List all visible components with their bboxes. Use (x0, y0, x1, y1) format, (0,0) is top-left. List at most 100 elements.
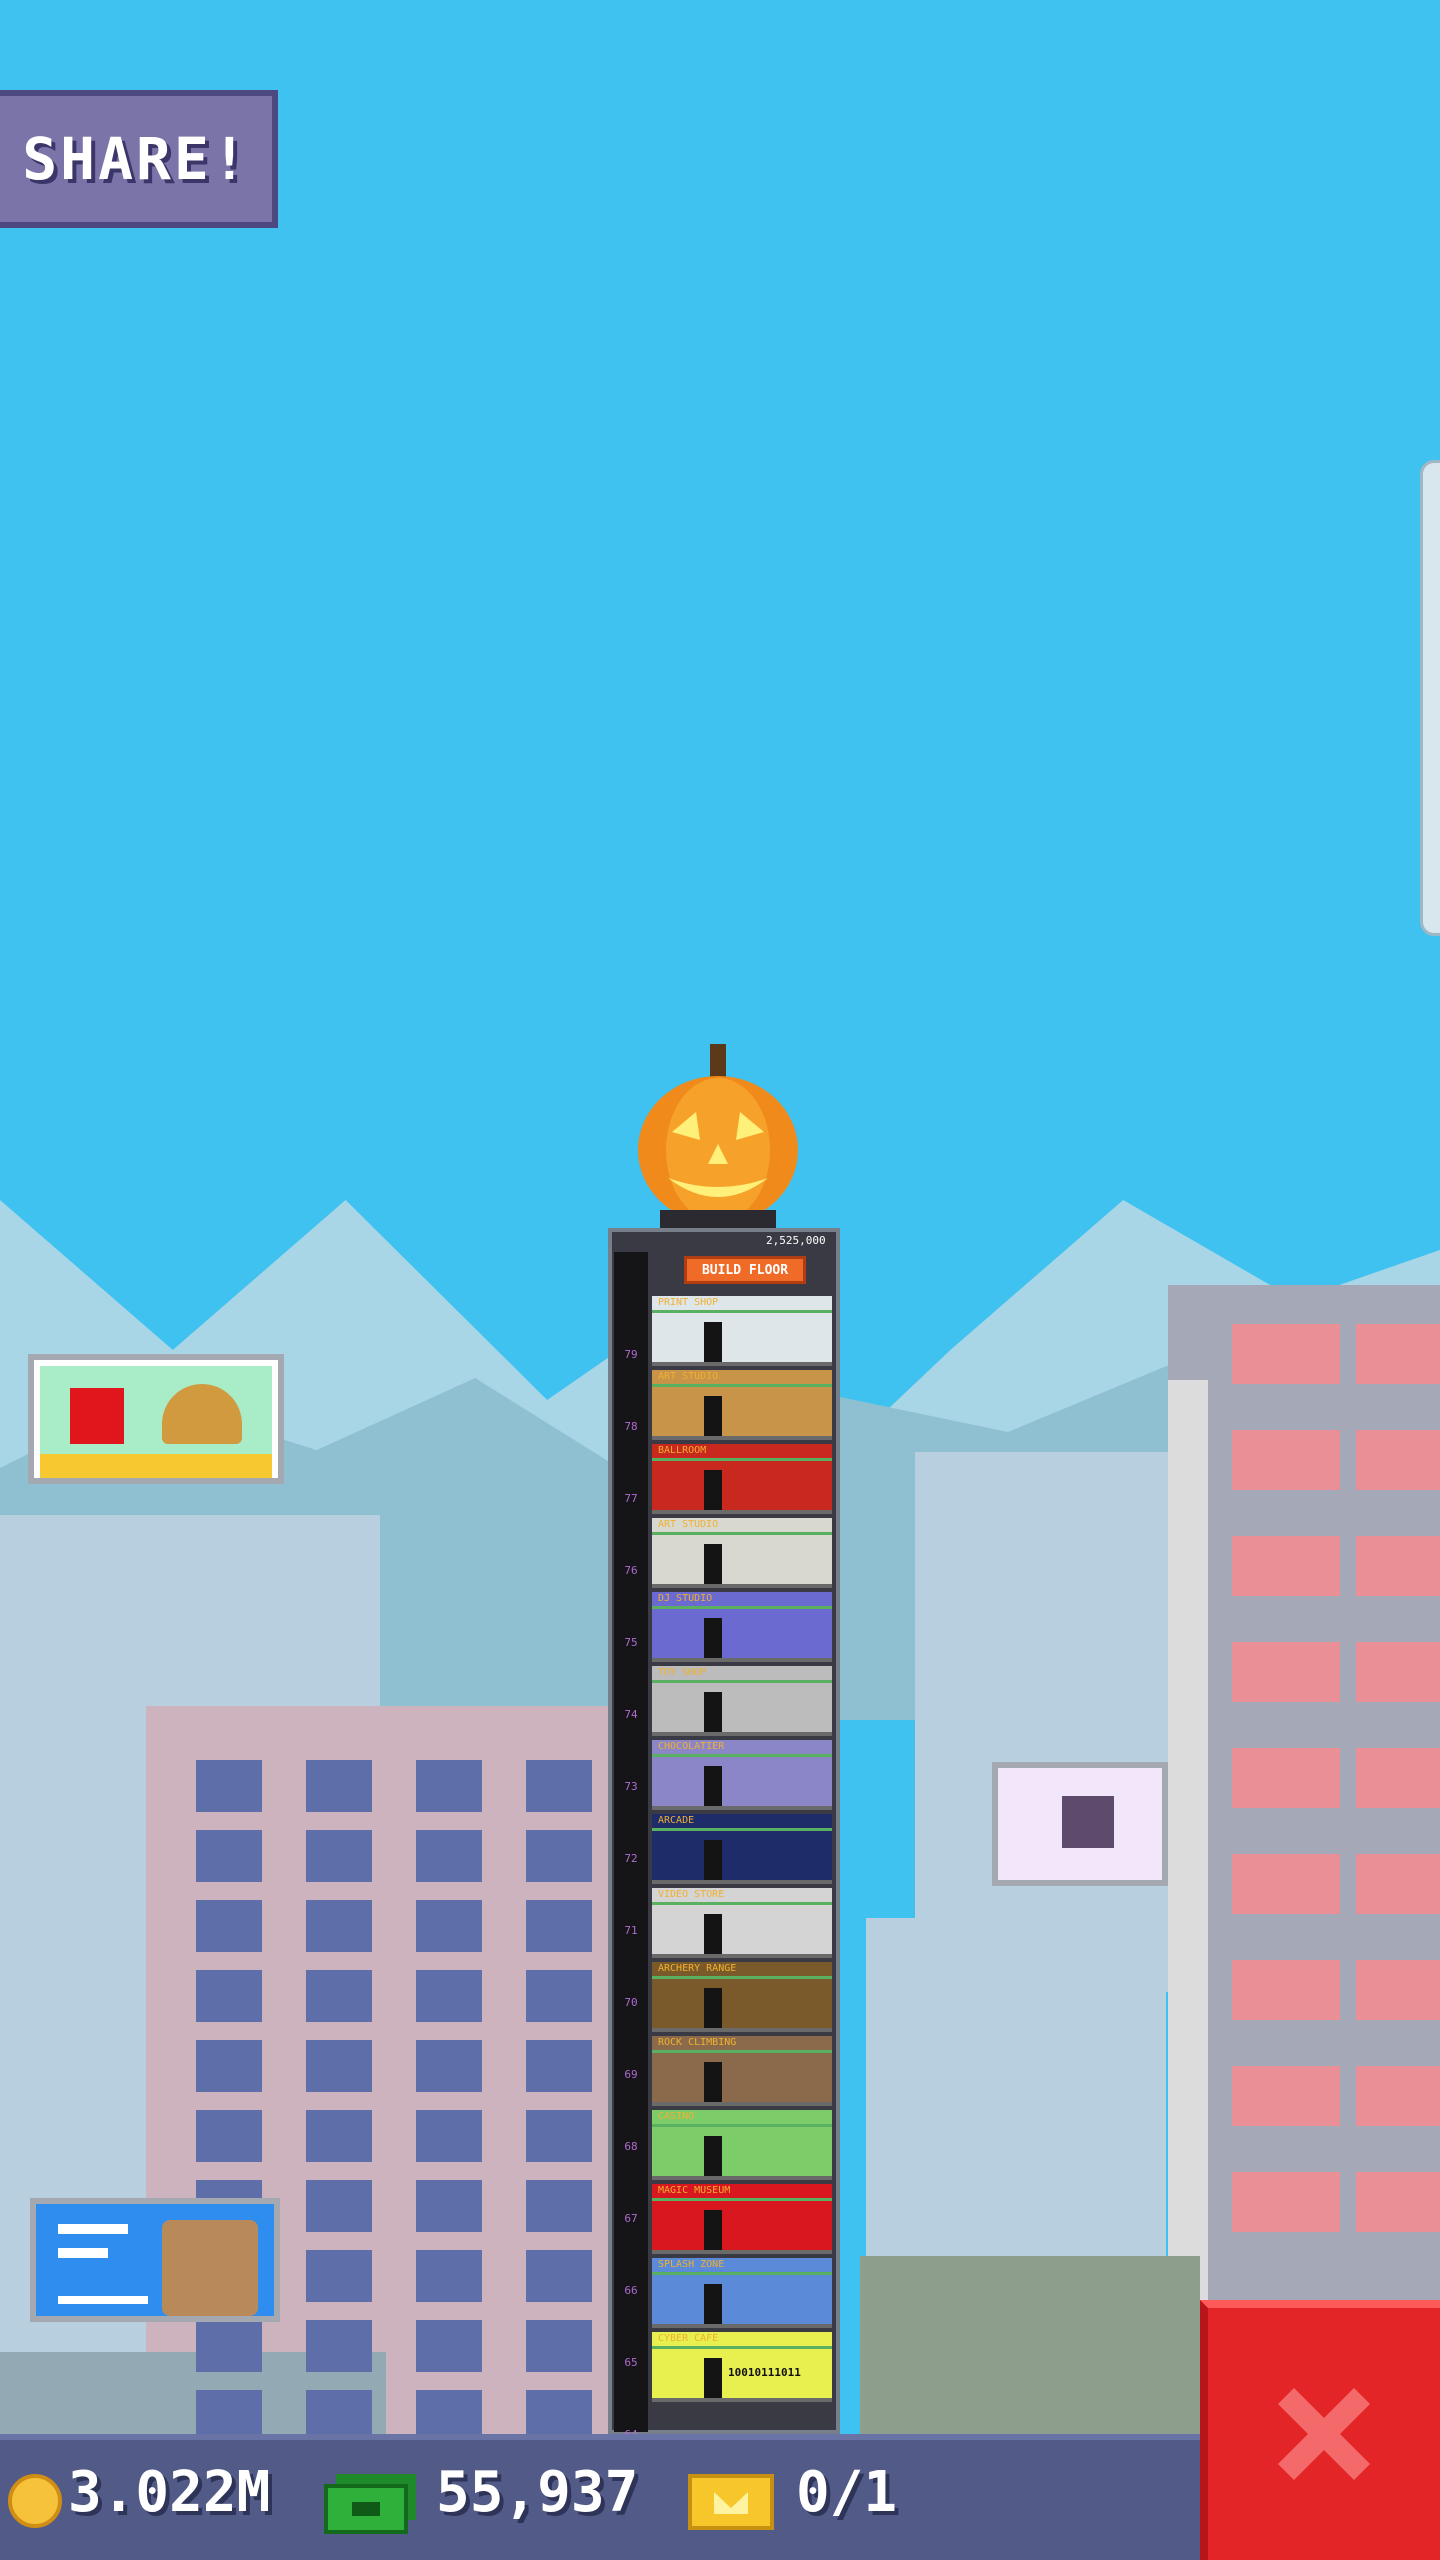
floor-door (704, 2358, 722, 2398)
tower-floor[interactable]: CASINO (652, 2110, 832, 2180)
shopping-billboard (992, 1762, 1168, 1886)
floor-stock-bar (652, 1310, 832, 1313)
building-window (196, 2110, 262, 2162)
floor-door (704, 1766, 722, 1806)
tower-floor[interactable]: VIDEO STORE (652, 1888, 832, 1958)
floor-label: CYBER CAFE (658, 2333, 719, 2344)
building-window (306, 1760, 372, 1812)
floor-label: CHOCOLATIER (658, 1741, 725, 1752)
building-window (306, 2180, 372, 2232)
building-window (306, 2250, 372, 2302)
building-window (1232, 1642, 1340, 1702)
building-window (196, 1900, 262, 1952)
building-window (1356, 1536, 1440, 1596)
building-window (196, 2320, 262, 2372)
ticket-count: 0/1 (796, 2460, 898, 2525)
floor-door (704, 1618, 722, 1658)
tower-floor[interactable]: MAGIC MUSEUM (652, 2184, 832, 2254)
floor-stock-bar (652, 1606, 832, 1609)
elevator-floor-number: 65 (624, 2356, 638, 2369)
building-window (196, 1970, 262, 2022)
building-window (416, 1760, 482, 1812)
floor-door (704, 1322, 722, 1362)
building-window (1356, 1960, 1440, 2020)
build-floor-button[interactable]: BUILD FLOOR (684, 1256, 806, 1284)
elevator-floor-number: 73 (624, 1780, 638, 1793)
cyber-cafe-screen-text: 10010111011 (728, 2366, 801, 2379)
tower-floor[interactable]: DJ STUDIO (652, 1592, 832, 1662)
fast-food-billboard (28, 1354, 284, 1484)
tower-floor[interactable]: ARCHERY RANGE (652, 1962, 832, 2032)
building-window (416, 1970, 482, 2022)
close-button[interactable] (1200, 2300, 1440, 2560)
building-window (306, 1970, 372, 2022)
shopping-bag-icon (1062, 1796, 1114, 1848)
tower-floor[interactable]: TOY SHOP (652, 1666, 832, 1736)
building-window (1356, 1854, 1440, 1914)
tower-floor[interactable]: PRINT SHOP (652, 1296, 832, 1366)
building-window (1232, 1960, 1340, 2020)
share-button[interactable]: SHARE! (0, 90, 278, 228)
tower-floor[interactable]: CHOCOLATIER (652, 1740, 832, 1810)
elevator-floor-number: 70 (624, 1996, 638, 2009)
floor-label: SPLASH ZONE (658, 2259, 725, 2270)
floor-stock-bar (652, 2272, 832, 2275)
tower-floor[interactable]: ROCK CLIMBING (652, 2036, 832, 2106)
coin-count: 3.022M (68, 2460, 271, 2525)
bux-icon (324, 2474, 416, 2534)
jack-o-lantern-icon (638, 1044, 798, 1228)
floor-label: ARCHERY RANGE (658, 1963, 737, 1974)
floor-label: VIDEO STORE (658, 1889, 725, 1900)
floor-stock-bar (652, 1754, 832, 1757)
floor-door (704, 1470, 722, 1510)
building-window (1232, 1536, 1340, 1596)
floor-label: ARCADE (658, 1815, 695, 1826)
building-window (1356, 1324, 1440, 1384)
coin-icon (8, 2474, 62, 2528)
floor-door (704, 2062, 722, 2102)
elevator-floor-number: 78 (624, 1420, 638, 1433)
tower-floor[interactable]: BALLROOM (652, 1444, 832, 1514)
floor-stock-bar (652, 1976, 832, 1979)
building-window (1356, 1642, 1440, 1702)
floor-stock-bar (652, 1532, 832, 1535)
building-window (416, 2250, 482, 2302)
tower-floor[interactable]: CYBER CAFE 10010111011 (652, 2332, 832, 2402)
building-window (416, 2110, 482, 2162)
building-window (526, 2250, 592, 2302)
tower-floor[interactable]: SPLASH ZONE (652, 2258, 832, 2328)
elevator-floor-number: 67 (624, 2212, 638, 2225)
elevator-floor-number: 66 (624, 2284, 638, 2297)
building-window (416, 1830, 482, 1882)
building-window (526, 1830, 592, 1882)
bux-count: 55,937 (436, 2460, 639, 2525)
floor-stock-bar (652, 1384, 832, 1387)
building-window (306, 2040, 372, 2092)
tower-floor[interactable]: ARCADE (652, 1814, 832, 1884)
building-window (526, 2320, 592, 2372)
floor-label: CASINO (658, 2111, 695, 2122)
elevator-floor-number: 68 (624, 2140, 638, 2153)
building-window (526, 2110, 592, 2162)
vip-ticket-icon (688, 2474, 774, 2530)
fries-icon (70, 1388, 124, 1444)
building-window (1232, 2172, 1340, 2232)
floor-stock-bar (652, 2198, 832, 2201)
building-window (196, 1760, 262, 1812)
tower-floor[interactable]: ART STUDIO (652, 1518, 832, 1588)
building-window (1356, 1748, 1440, 1808)
tower-floor[interactable]: ART STUDIO (652, 1370, 832, 1440)
side-panel-tab[interactable] (1420, 460, 1440, 936)
floor-stock-bar (652, 2124, 832, 2127)
floor-label: PRINT SHOP (658, 1297, 719, 1308)
building-window (526, 2040, 592, 2092)
building-window (416, 2040, 482, 2092)
building-window (1232, 1748, 1340, 1808)
floor-label: ROCK CLIMBING (658, 2037, 737, 2048)
building-window (526, 1970, 592, 2022)
building-window (1356, 2066, 1440, 2126)
floor-label: TOY SHOP (658, 1667, 707, 1678)
building-window (306, 1830, 372, 1882)
floor-stock-bar (652, 1902, 832, 1905)
building-window (1232, 1430, 1340, 1490)
